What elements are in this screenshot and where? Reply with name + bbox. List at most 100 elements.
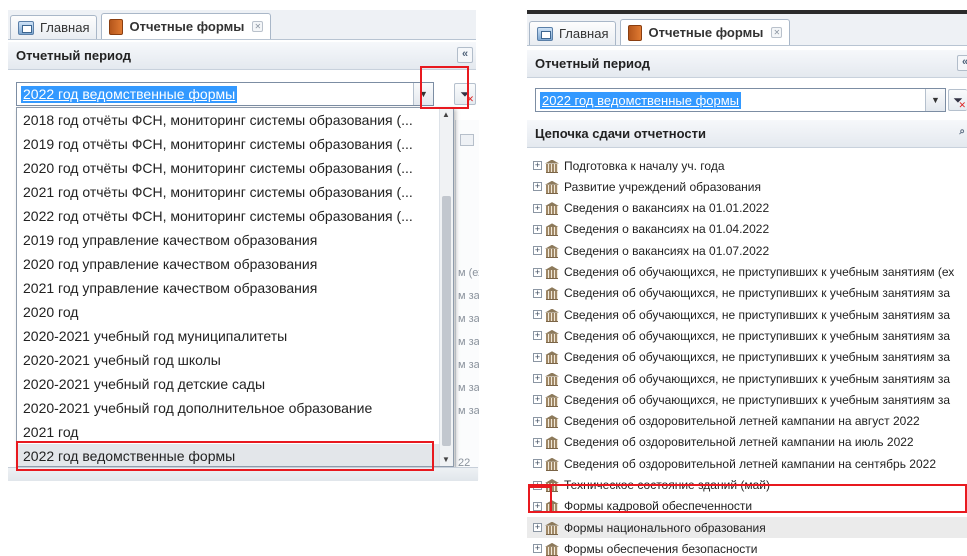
tree-item-label: Сведения об обучающихся, не приступивших…: [564, 350, 951, 365]
tree-item[interactable]: + Сведения об оздоровительной летней камп…: [533, 453, 967, 474]
tab-home-label: Главная: [559, 26, 609, 41]
fragment-text: м за я: [458, 405, 479, 417]
reporting-period-header: Отчетный период «: [8, 42, 476, 70]
dropdown-option[interactable]: 2018 год отчёты ФСН, мониторинг системы …: [17, 108, 440, 132]
expand-plus-icon[interactable]: +: [533, 267, 542, 277]
dropdown-option[interactable]: 2021 год отчёты ФСН, мониторинг системы …: [17, 180, 440, 204]
tree-item-label: Сведения об оздоровительной летней кампа…: [564, 456, 936, 471]
expand-plus-icon[interactable]: +: [533, 161, 542, 170]
dropdown-option[interactable]: 2021 год управление качеством образовани…: [17, 276, 440, 300]
expand-plus-icon[interactable]: +: [533, 437, 542, 447]
combobox-value: 2022 год ведомственные формы: [540, 92, 742, 109]
dropdown-option[interactable]: 2020-2021 учебный год дополнительное обр…: [17, 396, 440, 420]
institution-icon: [545, 500, 559, 514]
tree-item[interactable]: + Сведения об оздоровительной летней камп…: [533, 432, 967, 453]
dropdown-trigger-button[interactable]: ▼: [925, 89, 945, 111]
dropdown-option[interactable]: 2020-2021 учебный год школы: [17, 348, 440, 372]
tree-item[interactable]: + Формы кадровой обеспеченности: [533, 496, 967, 517]
tree-item[interactable]: + Подготовка к началу уч. года: [533, 155, 967, 176]
tree-item-label: Формы кадровой обеспеченности: [564, 499, 753, 514]
tab-home[interactable]: Главная: [10, 15, 98, 39]
tree-item-label: Сведения об обучающихся, не приступивших…: [564, 328, 951, 343]
expand-plus-icon[interactable]: +: [533, 416, 542, 426]
expand-plus-icon[interactable]: +: [533, 203, 542, 213]
fragment-text: м за м: [458, 359, 479, 371]
expand-plus-icon[interactable]: +: [533, 480, 542, 490]
expand-plus-icon[interactable]: +: [533, 395, 542, 405]
reporting-period-combobox[interactable]: 2022 год ведомственные формы ▼: [535, 88, 946, 112]
chain-title: Цепочка сдачи отчетности: [535, 126, 706, 141]
expand-plus-icon[interactable]: +: [533, 224, 542, 234]
tree-item-label: Сведения об обучающихся, не приступивших…: [564, 286, 951, 301]
expand-plus-icon[interactable]: +: [533, 459, 542, 469]
tree-item-highlighted[interactable]: + Формы национального образования: [527, 517, 967, 539]
tab-report-forms[interactable]: Отчетные формы ✕: [101, 13, 272, 39]
expand-plus-icon[interactable]: +: [533, 310, 542, 320]
dropdown-option-selected[interactable]: 2022 год ведомственные формы: [17, 444, 440, 466]
expand-plus-icon[interactable]: +: [533, 246, 542, 256]
tab-report-forms[interactable]: Отчетные формы ✕: [620, 19, 791, 45]
tree-item[interactable]: + Сведения о вакансиях на 01.01.2022: [533, 198, 967, 219]
tree-item[interactable]: + Сведения об оздоровительной летней камп…: [533, 411, 967, 432]
tree-item[interactable]: + Сведения об обучающихся, не приступивши…: [533, 262, 967, 283]
tree-item[interactable]: + Сведения об обучающихся, не приступивши…: [533, 283, 967, 304]
binoculars-icon: [460, 134, 474, 146]
dropdown-trigger-button[interactable]: ▼: [413, 83, 433, 105]
tree-item-label: Формы национального образования: [564, 520, 766, 535]
background-content-fragment: м (еж м за а м за д м за м м за м м за ф…: [455, 120, 479, 480]
tree-item[interactable]: + Сведения об обучающихся, не приступивши…: [533, 368, 967, 389]
close-tab-icon[interactable]: ✕: [771, 27, 783, 38]
filter-clear-button[interactable]: ⏷ ✕: [948, 89, 967, 111]
dropdown-option[interactable]: 2020 год отчёты ФСН, мониторинг системы …: [17, 156, 440, 180]
expand-plus-icon[interactable]: +: [533, 288, 542, 298]
institution-icon: [545, 266, 559, 279]
tree-item-label: Сведения о вакансиях на 01.07.2022: [564, 243, 770, 258]
tree-item[interactable]: + Техническое состояние зданий (май): [533, 475, 967, 496]
binoculars-icon[interactable]: ⌕: [959, 126, 965, 137]
institution-icon: [545, 330, 559, 343]
expand-plus-icon[interactable]: +: [533, 352, 542, 362]
tab-home[interactable]: Главная: [529, 21, 617, 45]
dropdown-scrollbar[interactable]: ▲ ▼: [439, 108, 453, 466]
tab-report-forms-label: Отчетные формы: [648, 25, 764, 40]
institution-icon: [545, 479, 559, 492]
dropdown-option[interactable]: 2019 год отчёты ФСН, мониторинг системы …: [17, 132, 440, 156]
book-icon: [628, 24, 643, 41]
scroll-down-icon[interactable]: ▼: [442, 455, 450, 464]
filter-clear-button[interactable]: ⏷ ✕: [454, 83, 476, 105]
tree-item-label: Сведения о вакансиях на 01.01.2022: [564, 201, 770, 216]
expand-plus-icon[interactable]: +: [533, 331, 542, 341]
reporting-period-combobox[interactable]: 2022 год ведомственные формы ▼: [16, 82, 434, 106]
scrollbar-thumb[interactable]: [442, 196, 451, 446]
tree-item[interactable]: + Сведения об обучающихся, не приступивши…: [533, 325, 967, 346]
tree-item[interactable]: + Сведения о вакансиях на 01.04.2022: [533, 219, 967, 240]
tree-item[interactable]: + Сведения об обучающихся, не приступивши…: [533, 389, 967, 410]
expand-plus-icon[interactable]: +: [533, 523, 542, 533]
dropdown-option[interactable]: 2020-2021 учебный год муниципалитеты: [17, 324, 440, 348]
home-icon: [537, 26, 553, 41]
expand-plus-icon[interactable]: +: [533, 544, 542, 554]
tree-item[interactable]: + Развитие учреждений образования: [533, 176, 967, 197]
dropdown-option[interactable]: 2022 год отчёты ФСН, мониторинг системы …: [17, 204, 440, 228]
tree-item-label: Сведения об оздоровительной летней кампа…: [564, 414, 920, 429]
tree-item[interactable]: + Сведения об обучающихся, не приступивши…: [533, 347, 967, 368]
tree-item[interactable]: + Сведения об обучающихся, не приступивши…: [533, 304, 967, 325]
institution-icon: [545, 181, 559, 194]
collapse-panel-button[interactable]: «: [457, 47, 473, 63]
dropdown-option[interactable]: 2020 год: [17, 300, 440, 324]
close-tab-icon[interactable]: ✕: [252, 21, 264, 32]
dropdown-option[interactable]: 2019 год управление качеством образовани…: [17, 228, 440, 252]
tree-item[interactable]: + Формы обеспечения безопасности: [533, 538, 967, 556]
dropdown-option[interactable]: 2020-2021 учебный год детские сады: [17, 372, 440, 396]
expand-plus-icon[interactable]: +: [533, 182, 542, 192]
right-tab-bar: Главная Отчетные формы ✕: [527, 14, 967, 46]
scroll-up-icon[interactable]: ▲: [442, 110, 450, 119]
expand-plus-icon[interactable]: +: [533, 374, 542, 383]
collapse-panel-button[interactable]: «: [957, 55, 967, 71]
dropdown-option[interactable]: 2020 год управление качеством образовани…: [17, 252, 440, 276]
panel-title: Отчетный период: [16, 48, 132, 63]
tree-item[interactable]: + Сведения о вакансиях на 01.07.2022: [533, 240, 967, 261]
dropdown-option[interactable]: 2021 год: [17, 420, 440, 444]
tree-item-label: Сведения об обучающихся, не приступивших…: [564, 307, 951, 322]
expand-plus-icon[interactable]: +: [533, 501, 542, 511]
